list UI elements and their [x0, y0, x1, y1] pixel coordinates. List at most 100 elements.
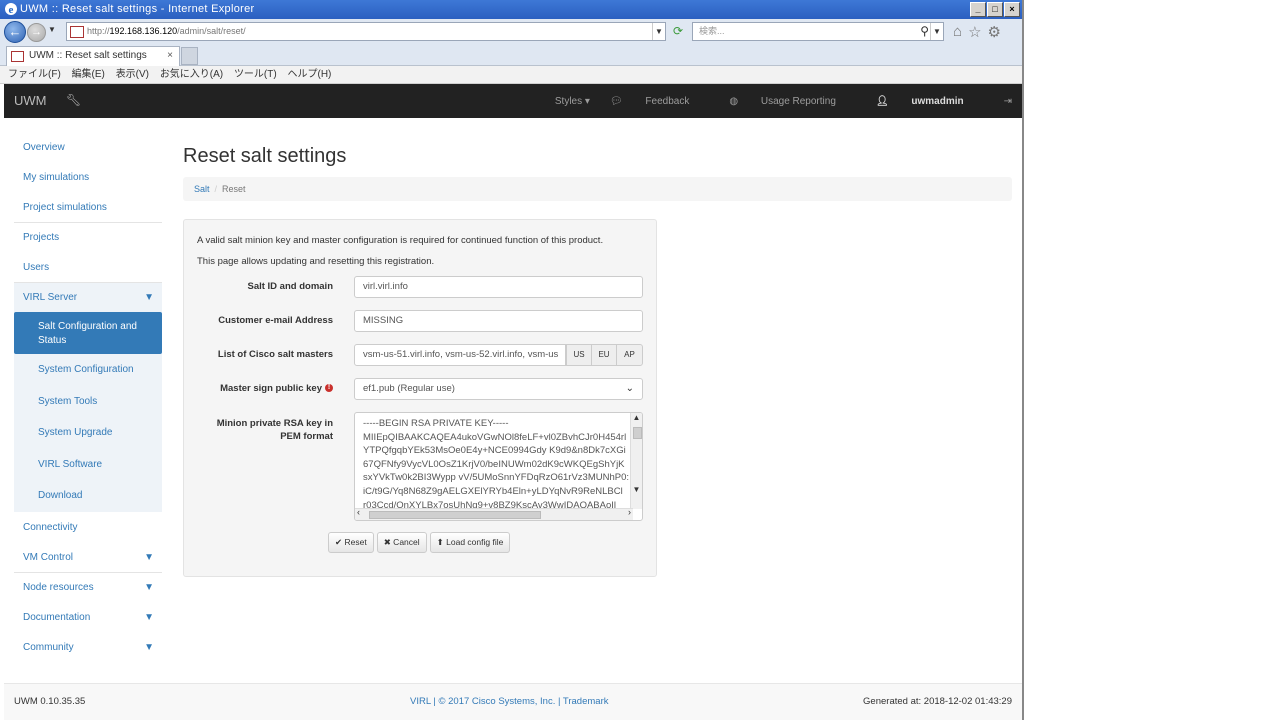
masters-us-button[interactable]: US: [566, 344, 592, 366]
history-dropdown-icon[interactable]: ▼: [48, 25, 56, 34]
sidebar-item-overview[interactable]: Overview: [14, 132, 162, 162]
sidebar-item-connectivity[interactable]: Connectivity: [14, 512, 162, 542]
user-menu[interactable]: 👤︎ uwmadmin: [876, 96, 984, 107]
favorites-star-icon[interactable]: ☆: [968, 23, 981, 41]
url-prefix: http://: [87, 26, 110, 36]
footer-copyright-link[interactable]: VIRL | © 2017 Cisco Systems, Inc. | Trad…: [410, 696, 608, 707]
salt-id-label: Salt ID and domain: [247, 281, 333, 292]
menu-tools[interactable]: ツール(T): [234, 69, 277, 80]
search-icon[interactable]: ⚲: [920, 23, 929, 40]
sidebar-item-community[interactable]: Community ▼: [14, 632, 162, 662]
sidebar-item-documentation[interactable]: Documentation ▼: [14, 602, 162, 632]
reset-button[interactable]: ✔ Reset: [328, 532, 374, 553]
maximize-button[interactable]: □: [987, 2, 1003, 17]
scroll-thumb[interactable]: [633, 427, 642, 439]
settings-gear-icon[interactable]: ⚙: [988, 23, 1001, 41]
sidebar-item-download[interactable]: Download: [14, 480, 162, 512]
tab-favicon-icon: [11, 51, 24, 62]
sidebar-item-projects[interactable]: Projects: [14, 222, 162, 252]
rsa-key-textarea[interactable]: -----BEGIN RSA PRIVATE KEY----- MIIEpQIB…: [354, 412, 643, 521]
menu-favorites[interactable]: お気に入り(A): [160, 69, 223, 80]
exclamation-icon: !: [325, 384, 333, 393]
search-input[interactable]: 検索... ⚲ ▼: [692, 22, 944, 41]
address-bar: ← → ▼ http://192.168.136.120/admin/salt/…: [0, 19, 1022, 45]
breadcrumb: Salt / Reset: [183, 177, 1012, 201]
scroll-thumb-horizontal[interactable]: [369, 511, 541, 519]
url-input[interactable]: http://192.168.136.120/admin/salt/reset/…: [66, 22, 666, 41]
footer-version: UWM 0.10.35.35: [14, 696, 86, 707]
brand-link[interactable]: UWM: [14, 84, 47, 118]
salt-masters-input[interactable]: vsm-us-51.virl.info, vsm-us-52.virl.info…: [354, 344, 566, 366]
sidebar-item-node-resources[interactable]: Node resources ▼: [14, 571, 162, 602]
new-tab-button[interactable]: [181, 47, 198, 65]
page-favicon-icon: [70, 26, 84, 38]
back-button[interactable]: ←: [4, 21, 26, 43]
menu-view[interactable]: 表示(V): [116, 69, 149, 80]
load-config-button[interactable]: ⬆ Load config file: [429, 532, 511, 553]
window-title: UWM :: Reset salt settings - Internet Ex…: [20, 3, 255, 15]
menu-bar: ファイル(F) 編集(E) 表示(V) お気に入り(A) ツール(T) ヘルプ(…: [0, 66, 1022, 84]
sign-key-select[interactable]: ef1.pub (Regular use) ⌄: [354, 378, 643, 400]
sidebar-item-virl-software[interactable]: VIRL Software: [14, 449, 162, 481]
sidebar-item-system-tools[interactable]: System Tools: [14, 386, 162, 418]
salt-id-row: Salt ID and domain virl.virl.info: [184, 276, 658, 298]
back-arrow-icon: ←: [8, 24, 22, 39]
masters-ap-button[interactable]: AP: [616, 344, 643, 366]
sidebar-item-virl-server[interactable]: VIRL Server ▼: [14, 282, 162, 312]
forward-button[interactable]: →: [27, 23, 46, 42]
salt-masters-row: List of Cisco salt masters vsm-us-51.vir…: [184, 344, 658, 366]
globe-icon: ◍: [729, 95, 739, 107]
sidebar-item-project-simulations[interactable]: Project simulations: [14, 192, 162, 222]
wrench-icon[interactable]: 🔧︎: [66, 84, 81, 116]
tab-reset-salt-settings[interactable]: UWM :: Reset salt settings ×: [6, 46, 180, 66]
menu-edit[interactable]: 編集(E): [72, 69, 105, 80]
masters-eu-button[interactable]: EU: [591, 344, 617, 366]
sidebar-item-my-simulations[interactable]: My simulations: [14, 162, 162, 192]
sidebar-item-vm-control[interactable]: VM Control ▼: [14, 542, 162, 572]
tab-bar: UWM :: Reset salt settings ×: [0, 44, 1022, 66]
url-dropdown-icon[interactable]: ▼: [652, 23, 665, 40]
vertical-scrollbar[interactable]: ▲ ▼: [630, 413, 642, 509]
cancel-button[interactable]: ✖ Cancel: [376, 532, 427, 553]
salt-masters-label: List of Cisco salt masters: [217, 349, 333, 360]
sidebar-item-system-configuration[interactable]: System Configuration: [14, 354, 162, 386]
scroll-left-icon[interactable]: ‹: [357, 507, 360, 517]
styles-dropdown[interactable]: Styles ▾: [555, 96, 590, 107]
sidebar-item-users[interactable]: Users: [14, 252, 162, 282]
sign-key-label: Master sign public key!: [220, 378, 333, 400]
horizontal-scrollbar[interactable]: ‹ ›: [355, 507, 633, 520]
tab-label: UWM :: Reset salt settings: [29, 50, 147, 61]
page-title: Reset salt settings: [183, 145, 347, 167]
window-controls: _ □ ×: [970, 2, 1020, 17]
email-input[interactable]: MISSING: [354, 310, 643, 332]
chevron-down-icon: ▼: [144, 292, 154, 303]
email-label: Customer e-mail Address: [218, 315, 333, 326]
salt-id-input[interactable]: virl.virl.info: [354, 276, 643, 298]
usage-reporting-link[interactable]: ◍ Usage Reporting: [729, 96, 856, 107]
search-dropdown-icon[interactable]: ▼: [930, 23, 943, 40]
chevron-down-icon: ⌄: [625, 383, 634, 394]
url-path: /admin/salt/reset/: [177, 26, 246, 36]
menu-file[interactable]: ファイル(F): [8, 69, 61, 80]
sign-key-row: Master sign public key! ef1.pub (Regular…: [184, 378, 658, 400]
scroll-down-icon[interactable]: ▼: [631, 485, 642, 494]
minimize-button[interactable]: _: [970, 2, 986, 17]
sidebar-item-system-upgrade[interactable]: System Upgrade: [14, 417, 162, 449]
menu-help[interactable]: ヘルプ(H): [288, 69, 332, 80]
scroll-up-icon[interactable]: ▲: [631, 413, 642, 422]
svg-text:e: e: [9, 4, 14, 16]
virl-server-submenu: Salt Configuration and Status System Con…: [14, 312, 162, 512]
home-icon[interactable]: ⌂: [953, 23, 962, 41]
email-row: Customer e-mail Address MISSING: [184, 310, 658, 332]
toolbar-icons: ⌂ ☆ ⚙: [953, 23, 1001, 41]
form-buttons: ✔ Reset ✖ Cancel ⬆ Load config file: [328, 532, 511, 553]
logout-icon[interactable]: ⇥: [1004, 96, 1012, 107]
feedback-link[interactable]: 💬︎ Feedback: [610, 96, 709, 107]
sidebar-item-salt-configuration[interactable]: Salt Configuration and Status: [14, 312, 162, 354]
scroll-right-icon[interactable]: ›: [628, 507, 631, 517]
refresh-icon[interactable]: ⟳: [670, 23, 686, 39]
breadcrumb-salt[interactable]: Salt: [194, 184, 210, 194]
close-window-button[interactable]: ×: [1004, 2, 1020, 17]
rsa-key-label: Minion private RSA key in PEM format: [216, 418, 333, 442]
tab-close-icon[interactable]: ×: [167, 47, 173, 65]
